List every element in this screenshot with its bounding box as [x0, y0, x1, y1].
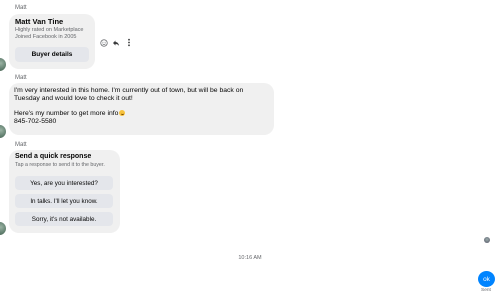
buyer-info-card: Matt Van Tine Highly rated on Marketplac…: [9, 14, 95, 69]
message-text-line: Here's my number to get more info: [14, 110, 119, 118]
quick-response-option[interactable]: Yes, are you interested?: [15, 176, 113, 190]
message-bubble: I'm very interested in this home. I'm cu…: [9, 83, 274, 135]
sender-name: Matt: [15, 5, 27, 11]
buyer-name: Matt Van Tine: [15, 17, 64, 26]
reply-icon[interactable]: [111, 38, 120, 47]
quick-response-subtitle: Tap a response to send it to the buyer.: [15, 162, 105, 168]
buyer-joined: Joined Facebook in 2005: [15, 34, 77, 40]
outgoing-message-bubble[interactable]: ok: [478, 271, 495, 287]
message-timestamp: 10:16 AM: [238, 255, 262, 261]
sender-avatar[interactable]: [0, 222, 6, 235]
quick-response-title: Send a quick response: [15, 153, 92, 160]
quick-response-card: Send a quick response Tap a response to …: [9, 150, 120, 233]
phone-number: 845-702-5580: [14, 117, 57, 125]
message-text-line: Tuesday and would love to check it out!: [14, 94, 133, 102]
quick-response-option[interactable]: Sorry, it's not available.: [15, 212, 113, 226]
smiley-icon[interactable]: [99, 38, 108, 47]
sender-avatar[interactable]: [0, 125, 6, 138]
sender-name: Matt: [15, 142, 27, 148]
more-icon[interactable]: [124, 38, 133, 47]
quick-response-option[interactable]: In talks. I'll let you know.: [15, 194, 113, 208]
message-status: Sent: [481, 288, 491, 293]
sender-name: Matt: [15, 75, 27, 81]
read-receipt-avatar: [484, 237, 490, 243]
buyer-details-button[interactable]: Buyer details: [15, 47, 89, 62]
smiling-face-emoji-icon: [119, 110, 126, 117]
sender-avatar[interactable]: [0, 58, 6, 71]
message-text-line: I'm very interested in this home. I'm cu…: [14, 87, 244, 94]
buyer-rating: Highly rated on Marketplace: [15, 27, 84, 33]
